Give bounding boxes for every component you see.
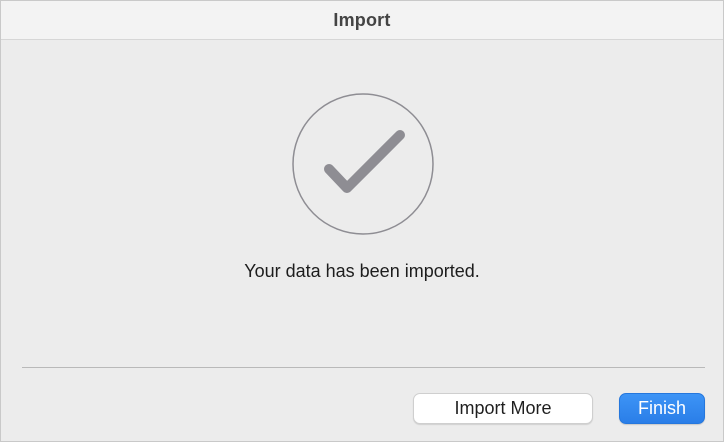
footer-divider xyxy=(22,367,705,368)
import-success-message: Your data has been imported. xyxy=(244,261,480,281)
finish-button[interactable]: Finish xyxy=(619,393,705,424)
window-title: Import xyxy=(333,9,391,30)
import-dialog: Import Your data has been imported. Impo… xyxy=(0,0,724,442)
dialog-content: Your data has been imported. Import More… xyxy=(1,40,723,442)
title-bar: Import xyxy=(1,1,723,40)
import-more-button[interactable]: Import More xyxy=(413,393,593,424)
checkmark-circle-icon xyxy=(292,93,434,235)
